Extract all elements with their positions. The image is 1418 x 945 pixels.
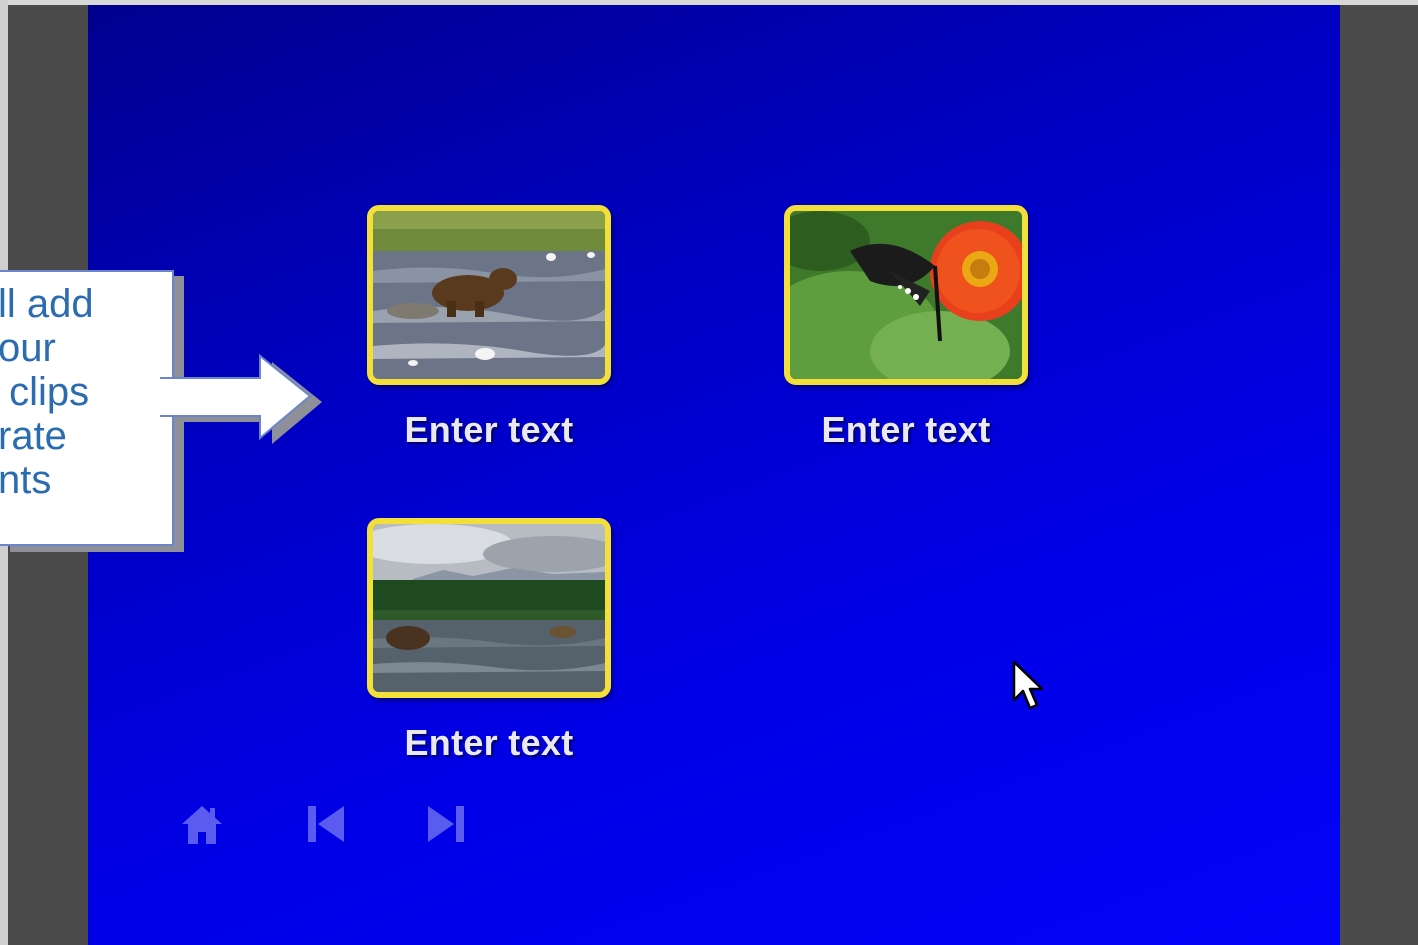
butterfly-on-flower-thumbnail[interactable] — [784, 205, 1028, 385]
skip-next-icon — [428, 806, 464, 842]
butterfly-on-flower-image — [790, 211, 1022, 379]
previous-chapter-button[interactable] — [302, 800, 350, 848]
bear-in-river-thumbnail[interactable] — [367, 205, 611, 385]
menu-item-2[interactable]: Enter text — [784, 205, 1028, 451]
lake-landscape-image — [373, 524, 605, 692]
next-chapter-button[interactable] — [422, 800, 470, 848]
tutorial-callout: ll add our clips rate nts — [0, 270, 174, 546]
menu-item-1[interactable]: Enter text — [367, 205, 611, 451]
home-button[interactable] — [178, 800, 226, 848]
bear-in-river-image — [373, 211, 605, 379]
menu-navigation — [178, 800, 478, 848]
lake-landscape-thumbnail[interactable] — [367, 518, 611, 698]
application-window: Enter text Enter text Enter text ll add … — [0, 0, 1418, 945]
skip-previous-icon — [308, 806, 344, 842]
menu-item-label[interactable]: Enter text — [784, 409, 1028, 451]
menu-item-label[interactable]: Enter text — [367, 409, 611, 451]
arrow-right-icon — [160, 353, 322, 444]
menu-item-label[interactable]: Enter text — [367, 722, 611, 764]
mouse-cursor-icon — [1012, 660, 1044, 710]
preview-right-shadow — [1340, 5, 1418, 945]
home-icon — [182, 806, 222, 844]
callout-text: ll add our clips rate nts — [0, 282, 94, 502]
menu-item-3[interactable]: Enter text — [367, 518, 611, 764]
